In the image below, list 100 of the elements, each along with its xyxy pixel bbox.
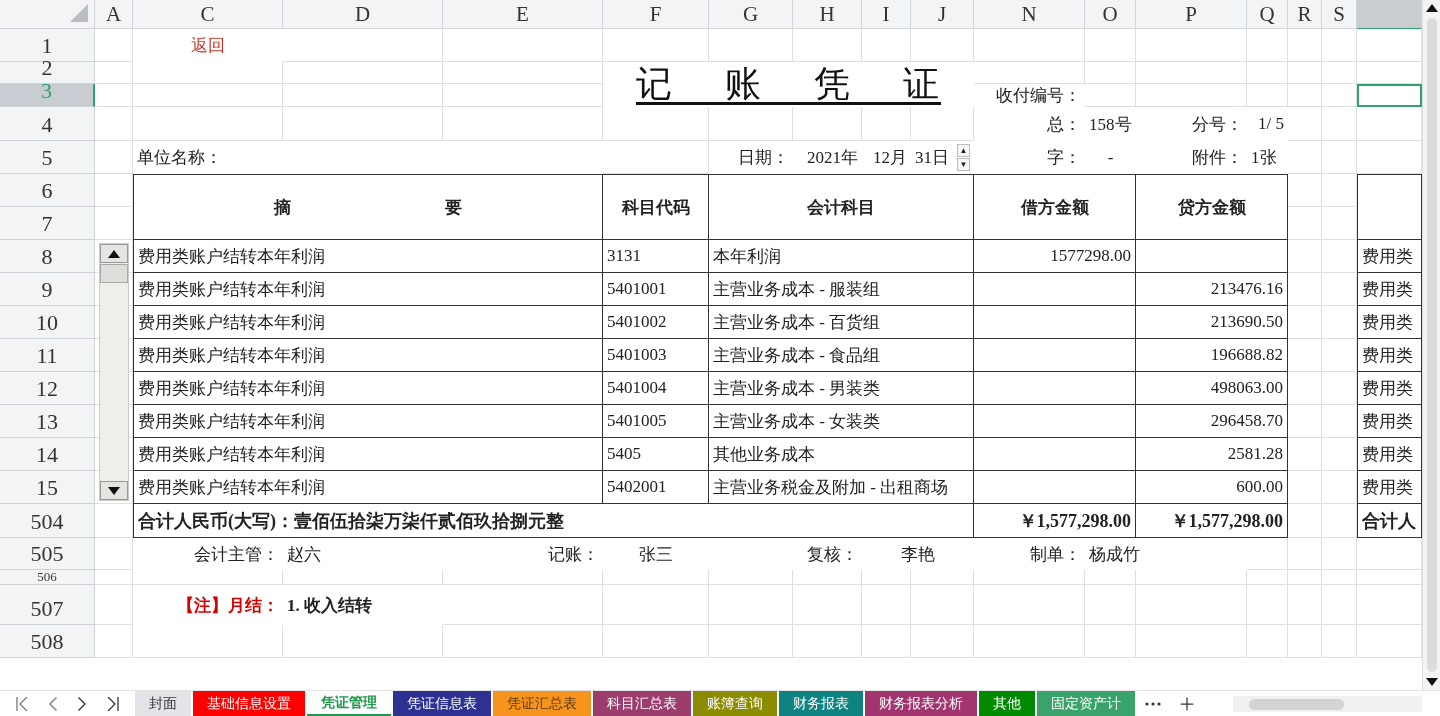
sheet-tab[interactable]: 凭证汇总表 <box>493 691 591 716</box>
table-cell: 本年利润 <box>709 240 974 273</box>
row-header[interactable]: 6 <box>0 174 95 207</box>
column-header[interactable]: H <box>793 0 862 29</box>
column-header[interactable]: G <box>709 0 793 29</box>
select-all-icon[interactable] <box>70 4 88 22</box>
attachments-label: 附件： <box>1192 147 1243 169</box>
column-header[interactable]: Q <box>1247 0 1288 29</box>
row-header[interactable]: 506 <box>0 570 95 585</box>
ellipsis-icon <box>1145 702 1161 706</box>
scroll-up-icon <box>1425 4 1438 12</box>
table-cell: 主营业务成本 - 男装类 <box>709 372 974 405</box>
row-header[interactable]: 9 <box>0 273 95 306</box>
last-sheet-button[interactable] <box>106 697 119 711</box>
table-cell: 主营业务成本 - 百货组 <box>709 306 974 339</box>
table-header: 会计科目 <box>709 174 974 240</box>
sheet-tab[interactable]: 财务报表 <box>779 691 863 716</box>
table-cell: 5401001 <box>603 273 709 306</box>
row-header[interactable]: 505 <box>0 538 95 570</box>
table-cell: 5401005 <box>603 405 709 438</box>
date-down-button[interactable]: ▼ <box>957 158 970 171</box>
table-cell: 费用类 <box>1357 372 1422 405</box>
column-header[interactable]: C <box>133 0 283 29</box>
signature-label: 会计主管： <box>194 543 279 566</box>
voucher-title: 记 账 凭 证 <box>636 63 941 106</box>
row-header[interactable]: 13 <box>0 405 95 438</box>
row-header[interactable]: 1 <box>0 29 95 62</box>
word-value: - <box>1107 147 1114 168</box>
column-header[interactable]: N <box>974 0 1085 29</box>
first-icon <box>16 697 29 711</box>
scroll-down-button[interactable] <box>100 481 128 500</box>
sheet-tab[interactable]: 科目汇总表 <box>593 691 691 716</box>
column-header[interactable]: P <box>1136 0 1247 29</box>
sheet-tab[interactable]: 基础信息设置 <box>193 691 305 716</box>
row-header[interactable]: 504 <box>0 504 95 538</box>
table-cell: 费用类 <box>1357 471 1422 504</box>
table-cell: 费用类账户结转本年利润 <box>133 306 603 339</box>
next-sheet-button[interactable] <box>77 697 86 711</box>
sheet-tab[interactable]: 其他 <box>979 691 1035 716</box>
note-text: 1. 收入结转 <box>287 594 372 617</box>
sheet-tab[interactable]: 凭证信息表 <box>393 691 491 716</box>
table-cell: 3131 <box>603 240 709 273</box>
scrollbar-thumb[interactable] <box>1249 698 1344 710</box>
table-cell: 296458.70 <box>1136 405 1288 438</box>
table-cell: 费用类 <box>1357 306 1422 339</box>
table-cell: 费用类 <box>1357 339 1422 372</box>
scroll-thumb[interactable] <box>100 264 128 283</box>
table-cell: 196688.82 <box>1136 339 1288 372</box>
column-header[interactable] <box>1357 0 1422 29</box>
table-cell: 费用类账户结转本年利润 <box>133 438 603 471</box>
column-header[interactable]: A <box>95 0 133 29</box>
horizontal-scrollbar[interactable] <box>1233 696 1422 712</box>
previous-sheet-button[interactable] <box>49 697 58 711</box>
sheet-tab[interactable]: 账簿查询 <box>693 691 777 716</box>
date-day: 31日 <box>915 146 949 169</box>
column-header[interactable]: S <box>1322 0 1357 29</box>
column-header[interactable]: I <box>862 0 911 29</box>
first-sheet-button[interactable] <box>16 697 29 711</box>
row-header[interactable]: 14 <box>0 438 95 471</box>
table-cell: 费用类账户结转本年利润 <box>133 471 603 504</box>
row-header[interactable]: 15 <box>0 471 95 504</box>
date-up-button[interactable]: ▲ <box>957 144 970 157</box>
total-credit: ￥1,577,298.00 <box>1136 504 1288 538</box>
word-label: 字： <box>1047 147 1081 169</box>
sheet-tab[interactable]: 封面 <box>135 691 191 716</box>
column-header[interactable]: R <box>1288 0 1322 29</box>
table-header: 摘 要 <box>133 174 603 240</box>
column-header[interactable]: J <box>911 0 974 29</box>
row-header[interactable]: 11 <box>0 339 95 372</box>
column-header[interactable]: D <box>283 0 443 29</box>
sub-number-value: 1/ 5 <box>1258 114 1284 134</box>
back-link[interactable]: 返回 <box>191 34 225 57</box>
table-cell: 主营业务成本 - 食品组 <box>709 339 974 372</box>
row-header[interactable]: 12 <box>0 372 95 405</box>
caret-up-icon <box>108 249 120 258</box>
table-header: 贷方金额 <box>1136 174 1288 240</box>
scrollbar-thumb[interactable] <box>1426 18 1437 672</box>
table-cell: 5401003 <box>603 339 709 372</box>
table-cell: 费用类 <box>1357 438 1422 471</box>
row-header[interactable]: 2 <box>0 62 95 84</box>
row-header[interactable]: 8 <box>0 240 95 273</box>
row-header[interactable]: 10 <box>0 306 95 339</box>
row-header[interactable]: 7 <box>0 207 95 240</box>
column-header[interactable]: O <box>1085 0 1136 29</box>
row-header[interactable]: 508 <box>0 625 95 658</box>
signature-name: 张三 <box>639 543 673 566</box>
column-header[interactable]: F <box>603 0 709 29</box>
table-cell: 5401004 <box>603 372 709 405</box>
row-header[interactable]: 4 <box>0 107 95 141</box>
table-cell: 213690.50 <box>1136 306 1288 339</box>
row-header[interactable]: 507 <box>0 585 95 625</box>
column-header[interactable]: E <box>443 0 603 29</box>
sheet-tab[interactable]: 财务报表分析 <box>865 691 977 716</box>
signature-label: 制单： <box>1030 543 1081 566</box>
vertical-scrollbar[interactable] <box>1422 0 1440 690</box>
scroll-down-icon <box>1425 678 1438 686</box>
row-header[interactable]: 5 <box>0 141 95 174</box>
scroll-up-button[interactable] <box>100 244 128 263</box>
active-cell[interactable] <box>1357 84 1422 107</box>
table-cell: 主营业务税金及附加 - 出租商场 <box>709 471 974 504</box>
